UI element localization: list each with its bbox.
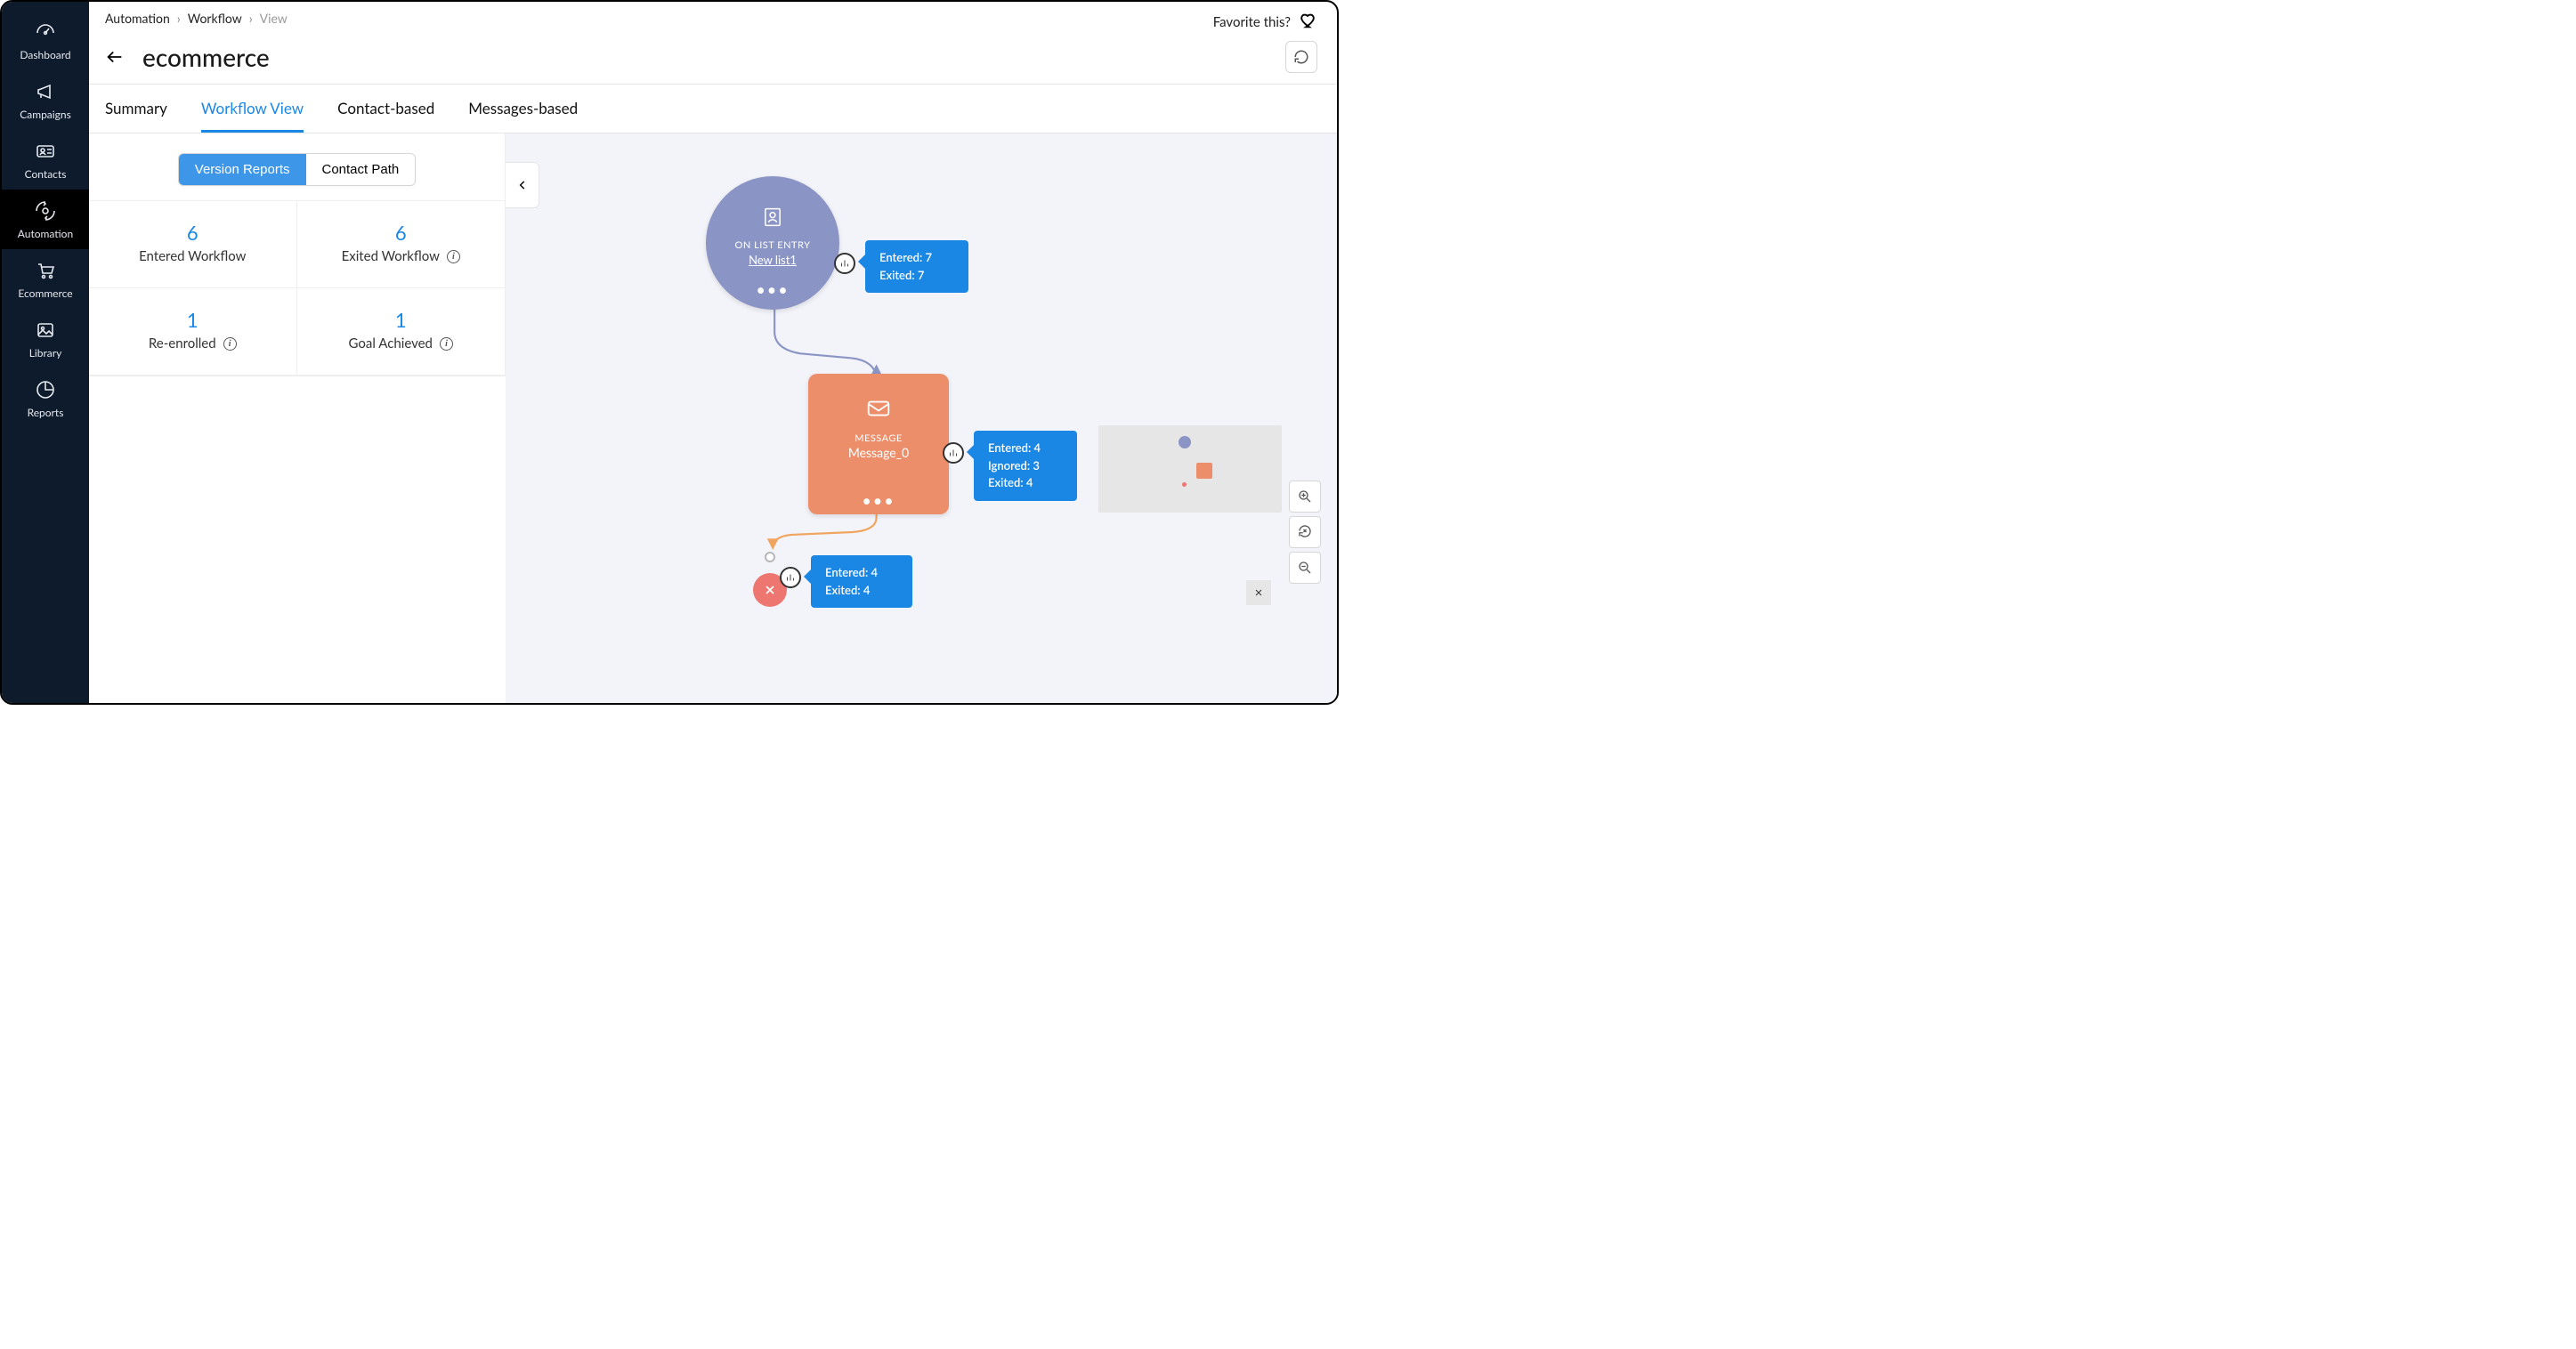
- node-stats-popover: Entered: 4 Exited: 4: [811, 555, 912, 608]
- chevron-right-icon: ›: [177, 11, 181, 26]
- stat-value: 6: [98, 221, 288, 245]
- refresh-button[interactable]: [1285, 41, 1317, 73]
- tab-summary[interactable]: Summary: [105, 85, 167, 133]
- stat-line: Exited: 4: [825, 582, 898, 600]
- page-title: ecommerce: [142, 42, 270, 72]
- cart-icon: [35, 260, 56, 281]
- sidebar-item-label: Dashboard: [20, 48, 70, 61]
- breadcrumb: Automation › Workflow › View: [105, 11, 288, 26]
- pie-chart-icon: [35, 379, 56, 400]
- collapse-panel-button[interactable]: [506, 162, 539, 208]
- stat-line: Exited: 7: [879, 267, 954, 285]
- tab-workflow-view[interactable]: Workflow View: [201, 85, 304, 133]
- tab-contact-based[interactable]: Contact-based: [337, 85, 434, 133]
- toggle-contact-path[interactable]: Contact Path: [306, 154, 416, 185]
- stat-line: Ignored: 3: [988, 457, 1063, 475]
- sidebar-item-ecommerce[interactable]: Ecommerce: [2, 249, 89, 309]
- toggle-version-reports[interactable]: Version Reports: [179, 154, 306, 185]
- sidebar-item-label: Library: [29, 346, 62, 359]
- envelope-icon: [865, 395, 892, 425]
- sidebar-item-label: Reports: [28, 406, 64, 419]
- node-message[interactable]: MESSAGE Message_0 •••: [808, 374, 949, 514]
- minimap-node-icon: [1196, 463, 1212, 479]
- sidebar-item-campaigns[interactable]: Campaigns: [2, 70, 89, 130]
- sidebar-item-dashboard[interactable]: Dashboard: [2, 11, 89, 70]
- sidebar-item-automation[interactable]: Automation: [2, 190, 89, 249]
- connector-dot: [765, 552, 775, 562]
- info-icon[interactable]: i: [223, 337, 237, 351]
- workflow-canvas[interactable]: ON LIST ENTRY New list1 ••• Entered: 7 E…: [506, 133, 1337, 703]
- stat-entered-workflow[interactable]: 6 Entered Workflow: [89, 201, 297, 288]
- gauge-icon: [35, 21, 56, 43]
- node-type-label: MESSAGE: [855, 432, 903, 444]
- minimap-node-icon: [1182, 482, 1187, 487]
- minimap[interactable]: [1098, 425, 1282, 513]
- breadcrumb-item[interactable]: Automation: [105, 11, 170, 26]
- sidebar-item-label: Campaigns: [20, 108, 71, 121]
- sidebar-item-contacts[interactable]: Contacts: [2, 130, 89, 190]
- back-button[interactable]: [105, 47, 125, 67]
- tabs: Summary Workflow View Contact-based Mess…: [89, 85, 1337, 133]
- favorite-label: Favorite this?: [1213, 14, 1291, 30]
- sidebar-item-label: Automation: [18, 227, 73, 240]
- node-menu-button[interactable]: •••: [862, 492, 895, 508]
- main: Automation › Workflow › View Favorite th…: [89, 2, 1337, 703]
- node-title: Message_0: [848, 445, 909, 460]
- stat-value: 1: [98, 308, 288, 332]
- stat-value: 1: [306, 308, 497, 332]
- tab-messages-based[interactable]: Messages-based: [468, 85, 578, 133]
- stat-label: Goal Achieved: [349, 335, 433, 351]
- node-link[interactable]: New list1: [749, 253, 797, 267]
- stat-re-enrolled[interactable]: 1 Re-enrolled i: [89, 288, 297, 376]
- node-stats-button[interactable]: [834, 253, 855, 274]
- stat-line: Entered: 4: [988, 440, 1063, 457]
- node-menu-button[interactable]: •••: [756, 281, 789, 297]
- node-trigger[interactable]: ON LIST ENTRY New list1 •••: [706, 176, 839, 310]
- stat-exited-workflow[interactable]: 6 Exited Workflow i: [297, 201, 506, 288]
- automation-icon: [35, 200, 56, 222]
- zoom-reset-button[interactable]: [1289, 516, 1321, 548]
- chevron-right-icon: ›: [249, 11, 253, 26]
- user-card-icon: [760, 205, 785, 233]
- stat-label: Re-enrolled: [149, 335, 216, 351]
- zoom-controls: [1289, 481, 1321, 584]
- stat-goal-achieved[interactable]: 1 Goal Achieved i: [297, 288, 506, 376]
- minimap-node-icon: [1179, 436, 1191, 448]
- megaphone-icon: [35, 81, 56, 102]
- info-icon[interactable]: i: [447, 250, 460, 263]
- id-card-icon: [35, 141, 56, 162]
- stat-label: Exited Workflow: [342, 248, 440, 264]
- sidebar-item-label: Contacts: [25, 167, 67, 181]
- sidebar: Dashboard Campaigns Contacts Automation …: [2, 2, 89, 703]
- node-type-label: ON LIST ENTRY: [735, 239, 811, 251]
- stats-panel: Version Reports Contact Path 6 Entered W…: [89, 133, 506, 376]
- heart-icon: [1298, 11, 1317, 34]
- stat-label: Entered Workflow: [139, 248, 246, 264]
- sidebar-item-reports[interactable]: Reports: [2, 368, 89, 428]
- node-stats-popover: Entered: 7 Exited: 7: [865, 240, 968, 293]
- breadcrumb-item: View: [260, 11, 288, 26]
- report-toggle: Version Reports Contact Path: [178, 153, 416, 186]
- sidebar-item-library[interactable]: Library: [2, 309, 89, 368]
- stat-line: Entered: 7: [879, 249, 954, 267]
- zoom-in-button[interactable]: [1289, 481, 1321, 513]
- node-stats-button[interactable]: [943, 442, 964, 464]
- stat-value: 6: [306, 221, 497, 245]
- image-icon: [35, 319, 56, 341]
- node-stats-popover: Entered: 4 Ignored: 3 Exited: 4: [974, 431, 1077, 501]
- node-stats-button[interactable]: [780, 567, 801, 588]
- info-icon[interactable]: i: [440, 337, 453, 351]
- breadcrumb-item[interactable]: Workflow: [188, 11, 242, 26]
- sidebar-item-label: Ecommerce: [18, 287, 72, 300]
- stat-line: Exited: 4: [988, 474, 1063, 492]
- close-minimap-button[interactable]: [1246, 580, 1271, 605]
- favorite-toggle[interactable]: Favorite this?: [1213, 11, 1317, 34]
- zoom-out-button[interactable]: [1289, 552, 1321, 584]
- stat-line: Entered: 4: [825, 564, 898, 582]
